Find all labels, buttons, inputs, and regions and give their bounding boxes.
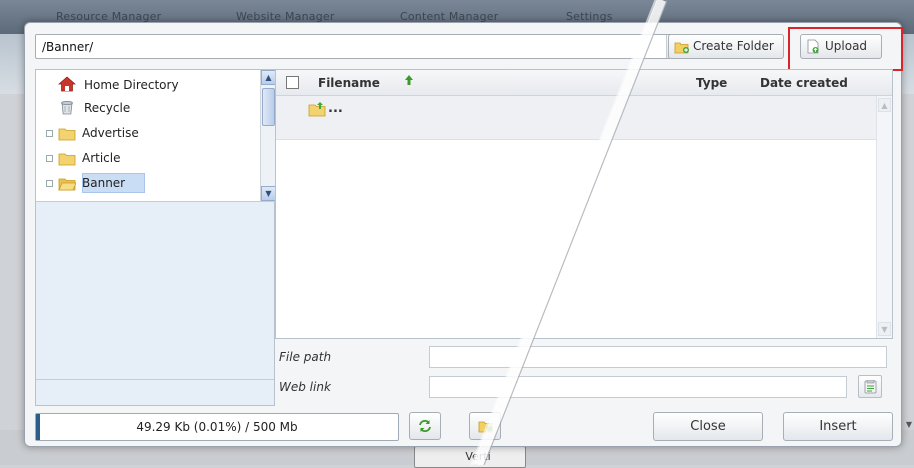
copy-icon [864,379,877,397]
parent-directory-label: ... [328,101,343,116]
tree-item-recycle[interactable]: Recycle [36,97,258,119]
tree-footer [36,379,274,405]
folder-tree-panel: Home Directory Recycle Advertise Article… [35,69,276,406]
web-link-field[interactable] [429,376,847,398]
refresh-icon [418,419,432,436]
upload-highlight-box [788,27,903,71]
tree-item-label: Banner [82,176,126,190]
scroll-up-icon[interactable]: ▲ [261,70,276,85]
file-list-header: Filename Type Date created [276,70,892,96]
expand-icon[interactable] [46,130,53,137]
scroll-up-icon[interactable]: ▲ [878,98,891,112]
path-value: /Banner/ [42,40,94,54]
new-folder-button[interactable] [469,412,501,440]
home-icon [58,76,76,99]
scroll-down-icon[interactable]: ▼ [261,186,276,201]
new-folder-icon [674,39,690,62]
close-button[interactable]: Close [653,412,763,441]
quota-text: 49.29 Kb (0.01%) / 500 Mb [136,420,298,434]
web-link-label: Web link [279,380,331,394]
tree-item-advertise[interactable]: Advertise [36,122,258,144]
column-header-type[interactable]: Type [696,76,727,90]
web-link-row: Web link [275,373,893,401]
folder-icon [58,126,76,148]
file-path-row: File path [275,343,893,371]
folder-tree: Home Directory Recycle Advertise Article… [36,70,276,202]
create-folder-button[interactable]: Create Folder [668,34,784,59]
file-path-field[interactable] [429,346,887,368]
column-header-filename[interactable]: Filename [318,76,380,90]
parent-directory-row[interactable]: ... [276,96,876,140]
insert-button[interactable]: Insert [783,412,893,441]
scroll-thumb[interactable] [262,88,275,126]
tree-item-article[interactable]: Article [36,147,258,169]
tree-item-label: Advertise [82,126,139,140]
chevron-down-icon: ▼ [905,420,912,429]
select-all-checkbox[interactable] [286,76,299,89]
expand-icon[interactable] [46,155,53,162]
file-manager-dialog: /Banner/ ▼ Create Folder Upload Home Dir… [24,22,903,447]
tree-item-banner[interactable]: Banner [36,172,258,194]
expand-icon[interactable] [46,180,53,187]
file-list-scrollbar[interactable]: ▲ ▼ [876,96,892,338]
tree-item-label: Article [82,151,121,165]
tree-item-label: Recycle [84,101,131,115]
copy-link-button[interactable] [858,375,882,398]
create-folder-label: Create Folder [693,39,774,53]
storage-quota-bar: 49.29 Kb (0.01%) / 500 Mb [35,413,399,441]
refresh-button[interactable] [409,412,441,440]
folder-icon [58,151,76,173]
folder-open-icon [58,176,77,198]
path-combobox[interactable]: /Banner/ ▼ [35,34,685,59]
scroll-down-icon[interactable]: ▼ [878,322,891,336]
file-path-label: File path [279,350,332,364]
column-header-date-created[interactable]: Date created [760,76,848,90]
tree-scrollbar[interactable]: ▲ ▼ [260,70,276,201]
recycle-bin-icon [58,99,76,122]
folder-up-icon [308,102,326,120]
tree-item-label: Home Directory [84,78,179,92]
new-folder-icon [478,419,494,436]
tree-item-home-directory[interactable]: Home Directory [36,74,258,96]
file-list-panel: Filename Type Date created ... ▲ ▼ [275,69,893,339]
sort-ascending-icon [405,75,413,88]
